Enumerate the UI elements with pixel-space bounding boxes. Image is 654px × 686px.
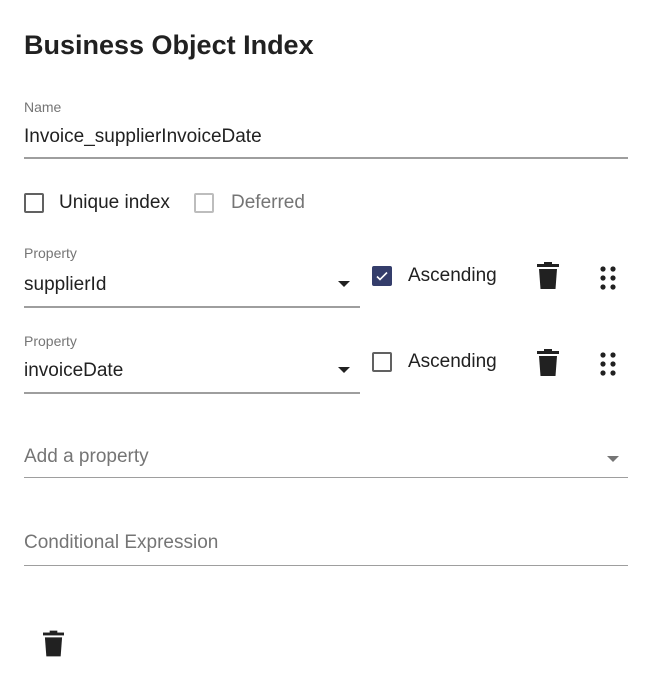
- ascending-checkbox[interactable]: [372, 266, 392, 286]
- conditional-expression-input[interactable]: Conditional Expression: [24, 532, 218, 554]
- deferred-checkbox[interactable]: [194, 193, 214, 213]
- deferred-label: Deferred: [231, 192, 305, 213]
- property-label: Property: [24, 333, 77, 349]
- drag-handle-icon[interactable]: [600, 266, 616, 290]
- name-underline: [24, 157, 628, 159]
- trash-icon[interactable]: [43, 630, 64, 658]
- drag-handle-icon[interactable]: [600, 352, 616, 376]
- chevron-down-icon[interactable]: [338, 281, 350, 287]
- ascending-checkbox[interactable]: [372, 352, 392, 372]
- property-underline: [24, 306, 360, 308]
- page-title: Business Object Index: [24, 30, 314, 60]
- trash-icon[interactable]: [537, 262, 559, 290]
- chevron-down-icon[interactable]: [338, 367, 350, 373]
- add-property-underline: [24, 477, 628, 478]
- add-property-select[interactable]: Add a property: [24, 446, 149, 468]
- property-select[interactable]: supplierId: [24, 274, 106, 296]
- unique-index-checkbox[interactable]: [24, 193, 44, 213]
- name-input[interactable]: Invoice_supplierInvoiceDate: [24, 126, 262, 148]
- unique-index-label: Unique index: [59, 192, 170, 213]
- property-select[interactable]: invoiceDate: [24, 360, 123, 382]
- trash-icon[interactable]: [537, 349, 559, 377]
- property-underline: [24, 392, 360, 394]
- chevron-down-icon[interactable]: [607, 456, 619, 462]
- property-label: Property: [24, 245, 77, 261]
- ascending-label: Ascending: [408, 265, 497, 286]
- conditional-underline: [24, 565, 628, 566]
- check-icon: [376, 271, 388, 281]
- ascending-label: Ascending: [408, 351, 497, 372]
- name-label: Name: [24, 99, 62, 115]
